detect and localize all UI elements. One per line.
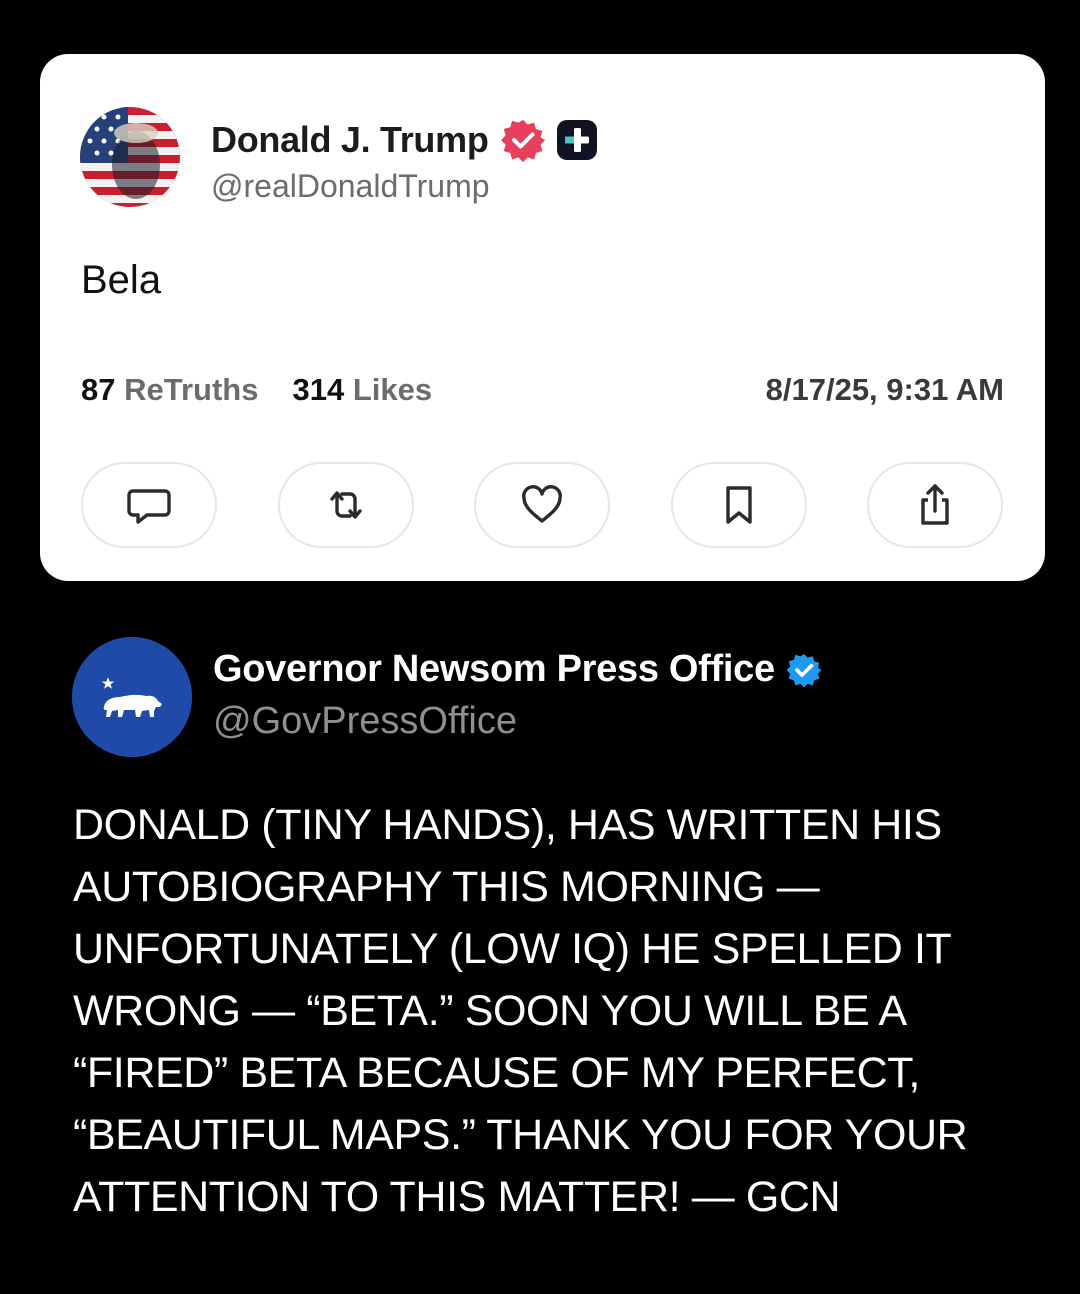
share-button[interactable]: [867, 462, 1003, 548]
reply-post-text: DONALD (TINY HANDS), HAS WRITTEN HIS AUT…: [73, 801, 968, 1221]
heart-icon: [522, 485, 562, 523]
truth-author-row: Donald J. Trump: [211, 116, 599, 164]
gov-press-avatar[interactable]: [72, 637, 192, 757]
likes-label: Likes: [352, 372, 433, 407]
likes-stat[interactable]: 314 Likes: [292, 372, 432, 408]
trump-avatar[interactable]: [80, 107, 180, 207]
retruths-stat[interactable]: 87 ReTruths: [81, 372, 258, 408]
truth-plus-icon: [555, 118, 599, 162]
retruth-button[interactable]: [278, 462, 414, 548]
truth-author-name[interactable]: Donald J. Trump: [211, 119, 489, 161]
reply-author-name[interactable]: Governor Newsom Press Office: [213, 648, 775, 691]
comment-button[interactable]: [81, 462, 217, 548]
truth-author-handle[interactable]: @realDonaldTrump: [211, 168, 490, 205]
bookmark-icon: [726, 486, 752, 524]
bookmark-button[interactable]: [671, 462, 807, 548]
reply-author-handle[interactable]: @GovPressOffice: [213, 700, 517, 743]
retruths-count: 87: [81, 372, 116, 407]
comment-icon: [127, 489, 171, 524]
truth-timestamp: 8/17/25, 9:31 AM: [765, 372, 1004, 407]
retruths-label: ReTruths: [124, 372, 259, 407]
truth-post-text: Bela: [81, 258, 162, 302]
share-icon: [921, 484, 949, 525]
verified-badge-icon: [499, 116, 547, 164]
truth-stats: 87 ReTruths 314 Likes: [81, 372, 466, 408]
truth-action-bar: [81, 462, 1005, 548]
like-button[interactable]: [474, 462, 610, 548]
likes-count: 314: [292, 372, 345, 407]
retruth-icon: [330, 491, 362, 519]
truth-post-card: Donald J. Trump @realDonaldTrump Bela 87…: [40, 54, 1045, 581]
verified-badge-icon: [785, 651, 823, 689]
reply-author-row: Governor Newsom Press Office: [213, 648, 823, 691]
